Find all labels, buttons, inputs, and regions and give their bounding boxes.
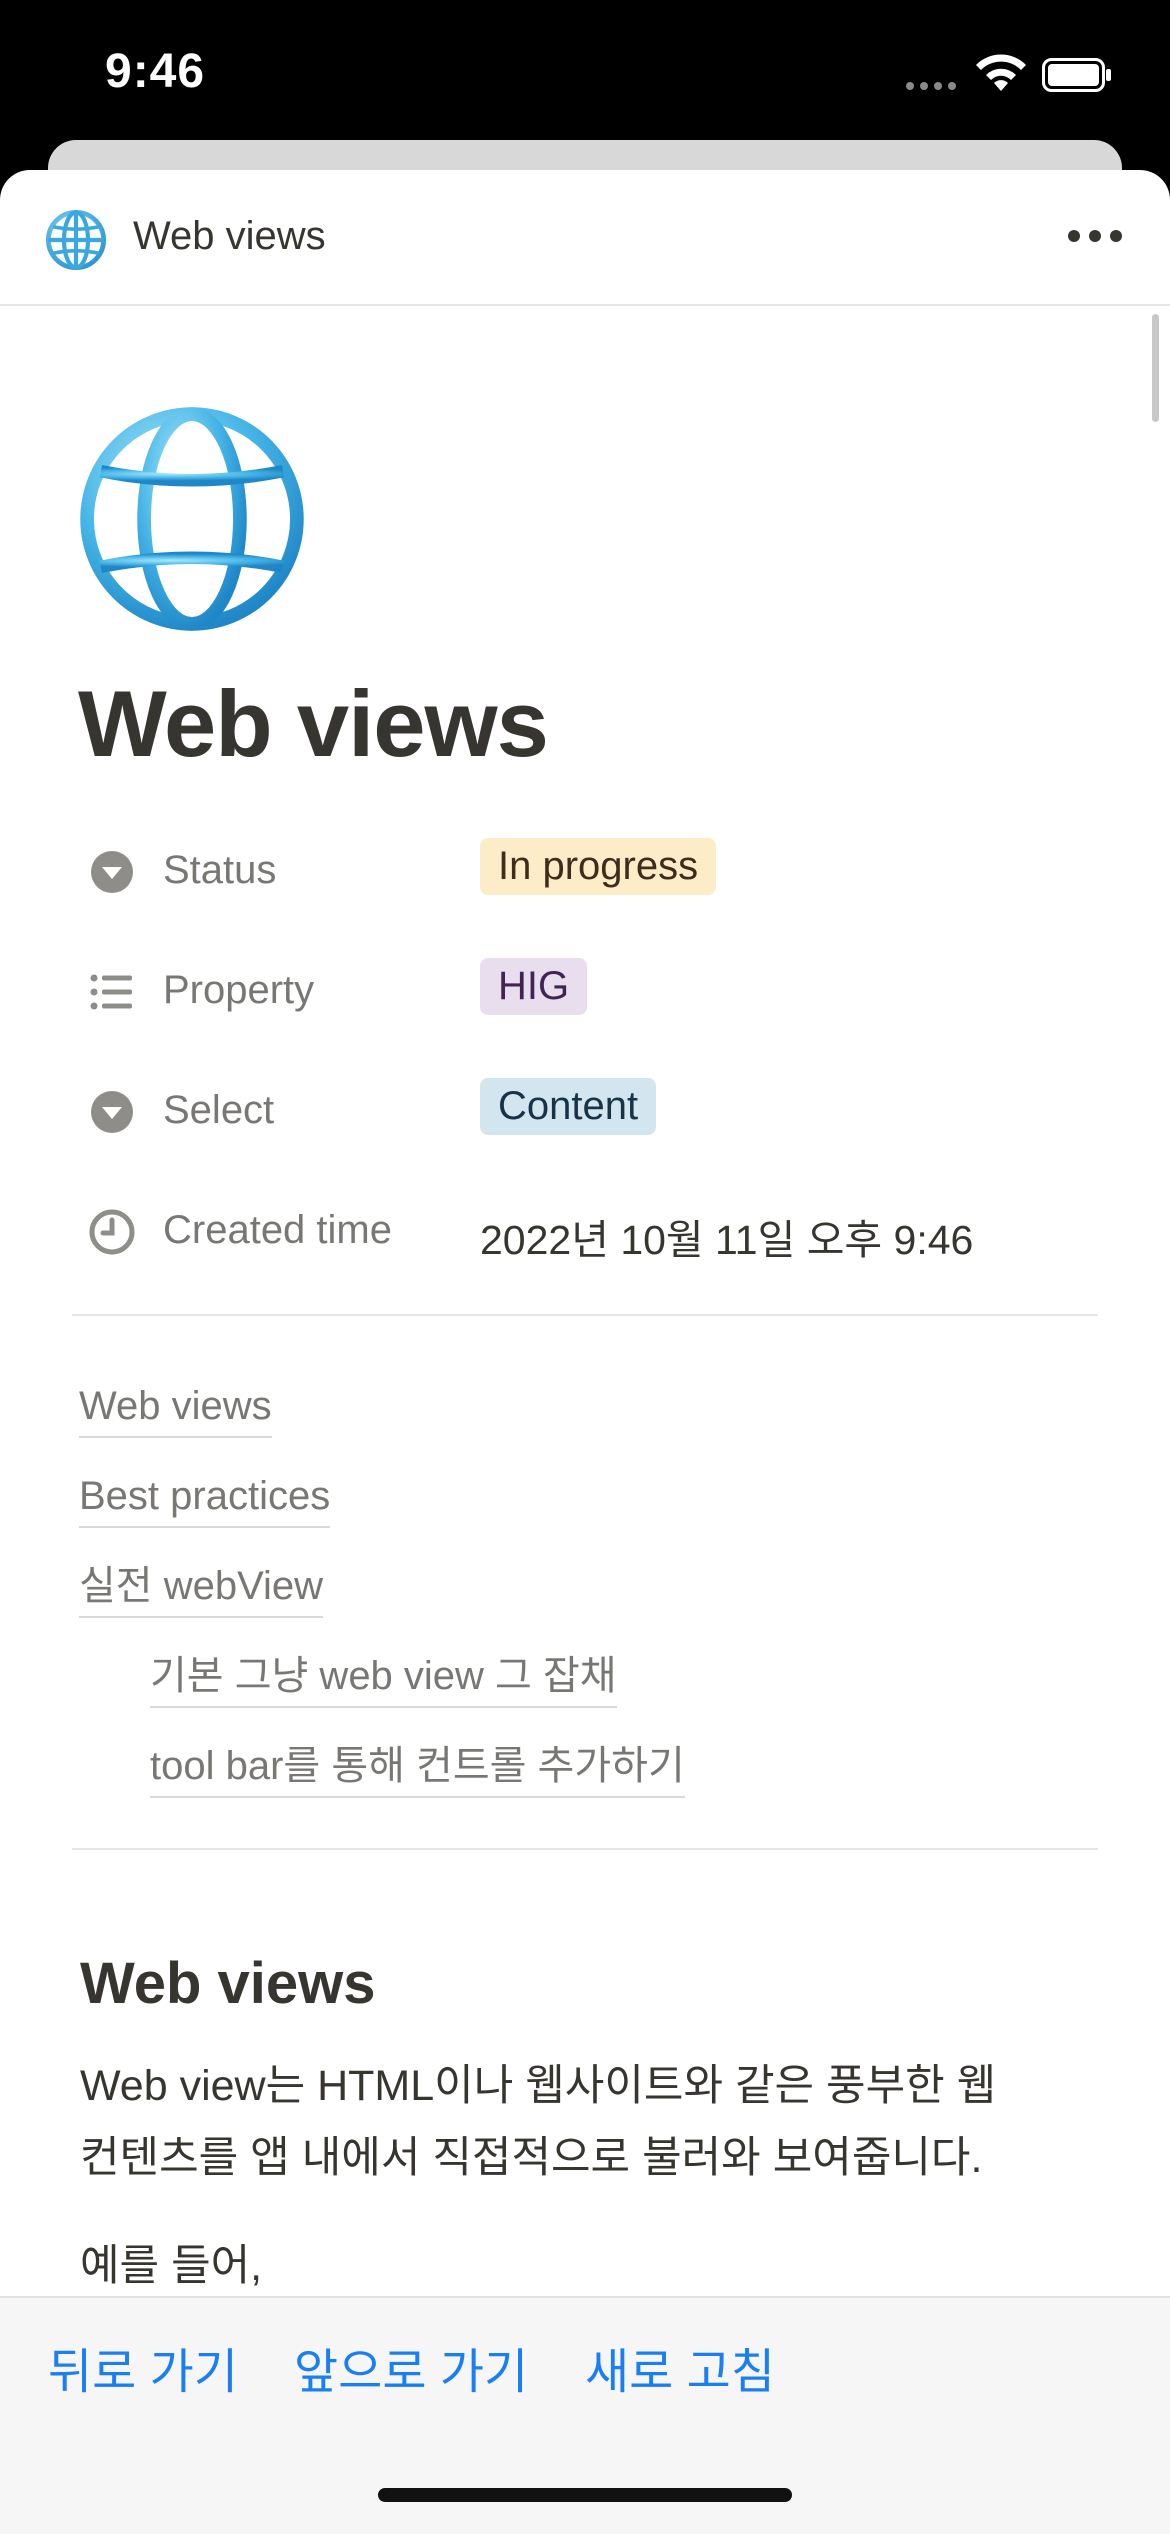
refresh-button[interactable]: 새로 고침 bbox=[585, 2332, 775, 2402]
forward-button[interactable]: 앞으로 가기 bbox=[294, 2332, 528, 2402]
paragraph-line: Web view는 HTML이나 웹사이트와 같은 풍부한 웹 bbox=[80, 2062, 997, 2110]
property-created-time[interactable]: Created time 2022년 10월 11일 오후 9:46 bbox=[88, 1198, 1088, 1263]
toc-link-basic-webview[interactable]: 기본 그냥 web view 그 잡채 bbox=[150, 1652, 617, 1708]
page-title: Web views bbox=[78, 671, 549, 776]
more-icon[interactable] bbox=[1068, 230, 1122, 242]
select-circle-icon bbox=[91, 851, 133, 893]
globe-icon bbox=[46, 210, 106, 270]
status-bar: 9:46 bbox=[0, 0, 1170, 150]
list-icon bbox=[90, 974, 132, 1010]
back-button[interactable]: 뒤로 가기 bbox=[48, 2332, 238, 2402]
section-paragraph: Web view는 HTML이나 웹사이트와 같은 풍부한 웹 컨텐츠를 앱 내… bbox=[80, 2050, 1100, 2194]
toc-link-web-views[interactable]: Web views bbox=[79, 1382, 272, 1438]
status-tag[interactable]: In progress bbox=[480, 838, 717, 895]
cellular-signal-icon bbox=[906, 82, 960, 90]
scroll-indicator[interactable] bbox=[1152, 314, 1159, 422]
status-time: 9:46 bbox=[105, 45, 206, 98]
toc-link-real-webview[interactable]: 실전 webView bbox=[79, 1562, 324, 1618]
property-select[interactable]: Select Content bbox=[88, 1078, 1088, 1142]
battery-icon bbox=[1042, 58, 1111, 92]
topbar-title: Web views bbox=[133, 214, 326, 258]
page-topbar: Web views bbox=[0, 170, 1170, 306]
property-label: Created time bbox=[163, 1208, 392, 1252]
select-tag[interactable]: Content bbox=[480, 1078, 657, 1135]
property-tag[interactable]: HIG bbox=[480, 958, 588, 1015]
property-property[interactable]: Property HIG bbox=[88, 958, 1088, 1022]
section-heading: Web views bbox=[80, 1951, 376, 2016]
paragraph-line: 컨텐츠를 앱 내에서 직접적으로 불러와 보여줍니다. bbox=[80, 2134, 983, 2182]
property-label: Select bbox=[163, 1088, 275, 1132]
property-label: Property bbox=[163, 968, 315, 1012]
select-circle-icon bbox=[91, 1091, 133, 1133]
property-label: Status bbox=[163, 848, 277, 892]
globe-icon bbox=[80, 407, 304, 631]
paragraph-example: 예를 들어, bbox=[80, 2242, 263, 2290]
wifi-icon bbox=[976, 54, 1026, 91]
divider bbox=[72, 1314, 1098, 1316]
toc-link-best-practices[interactable]: Best practices bbox=[79, 1472, 331, 1528]
page-sheet: Web views Web views Status In progress P… bbox=[0, 170, 1170, 2532]
created-time-value: 2022년 10월 11일 오후 9:46 bbox=[480, 1217, 974, 1263]
toc-link-toolbar-controls[interactable]: tool bar를 통해 컨트롤 추가하기 bbox=[150, 1742, 685, 1798]
property-status[interactable]: Status In progress bbox=[88, 838, 1088, 902]
clock-icon bbox=[89, 1209, 135, 1255]
home-indicator[interactable] bbox=[378, 2488, 792, 2502]
divider bbox=[72, 1848, 1098, 1850]
